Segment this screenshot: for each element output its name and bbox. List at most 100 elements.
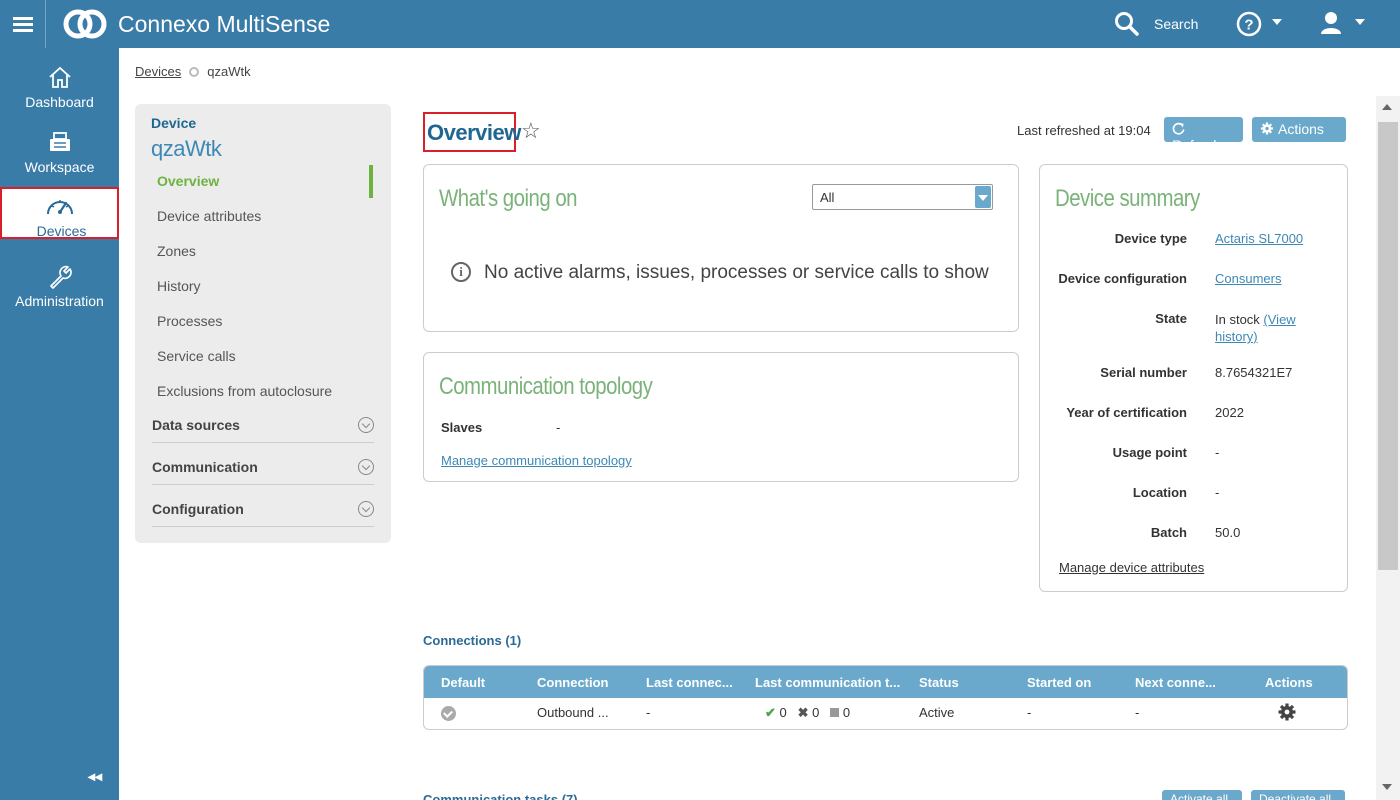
nav-label: Administration <box>15 293 104 309</box>
favorite-star-icon[interactable]: ☆ <box>521 118 541 144</box>
success-count: 0 <box>779 705 787 720</box>
side-menu-item-zones[interactable]: Zones <box>157 243 196 259</box>
connections-table: Default Connection Last connec... Last c… <box>423 665 1348 730</box>
state-value: In stock <box>1215 312 1260 327</box>
actions-button[interactable]: Actions <box>1252 117 1346 148</box>
search-label[interactable]: Search <box>1154 16 1198 32</box>
side-menu-item-overview[interactable]: Overview <box>157 173 219 189</box>
side-menu-item-device-attributes[interactable]: Device attributes <box>157 208 261 224</box>
empty-message-text: No active alarms, issues, processes or s… <box>484 262 989 283</box>
nav-item-devices[interactable]: Devices <box>0 187 119 239</box>
gauge-icon <box>47 200 73 215</box>
actions-label: Actions <box>1278 121 1324 137</box>
chevron-down-icon[interactable] <box>358 459 374 475</box>
scroll-up-icon[interactable] <box>1382 104 1392 110</box>
not-executed-square-icon <box>830 708 840 717</box>
nav-item-workspace[interactable]: Workspace <box>0 123 119 175</box>
connexo-logo-icon <box>63 9 107 39</box>
chevron-down-icon[interactable] <box>358 417 374 433</box>
success-check-icon: ✔ <box>765 705 776 720</box>
info-icon: i <box>451 262 471 282</box>
user-dropdown-icon[interactable] <box>1355 19 1365 25</box>
scroll-thumb[interactable] <box>1378 122 1398 570</box>
side-menu-item-exclusions[interactable]: Exclusions from autoclosure <box>157 383 332 399</box>
chevron-down-icon[interactable] <box>358 501 374 517</box>
last-communication-cell: ✔ 0 ✖ 0 0 <box>765 705 850 721</box>
summary-value: In stock (View history) <box>1215 311 1335 345</box>
panel-title: Communication topology <box>439 373 653 400</box>
chevron-down-icon <box>1266 142 1276 148</box>
manage-topology-link[interactable]: Manage communication topology <box>441 453 632 468</box>
filter-select[interactable]: All <box>812 184 993 210</box>
column-header[interactable]: Actions <box>1265 675 1313 690</box>
breadcrumb-separator-icon <box>189 67 200 77</box>
side-menu-section-title: Device <box>151 115 197 131</box>
help-dropdown-icon[interactable] <box>1272 19 1282 25</box>
summary-label: Batch <box>1150 525 1187 540</box>
nav-label: Workspace <box>24 159 95 175</box>
column-header[interactable]: Status <box>919 675 959 690</box>
summary-label: Usage point <box>1112 445 1187 460</box>
device-configuration-link[interactable]: Consumers <box>1215 271 1335 286</box>
side-menu-item-service-calls[interactable]: Service calls <box>157 348 236 364</box>
side-menu-item-processes[interactable]: Processes <box>157 313 222 329</box>
summary-value: 50.0 <box>1215 525 1241 540</box>
summary-value: - <box>1215 445 1220 460</box>
manage-device-attributes-link[interactable]: Manage device attributes <box>1059 560 1204 575</box>
last-refreshed-text: Last refreshed at 19:04 <box>1017 123 1151 138</box>
summary-label: State <box>1155 311 1187 326</box>
collapse-nav-icon[interactable]: ◂◂ <box>88 768 102 785</box>
side-menu-item-history[interactable]: History <box>157 278 201 294</box>
hamburger-menu-button[interactable] <box>0 0 46 48</box>
side-menu-device-name: qzaWtk <box>151 136 222 161</box>
gear-icon <box>1260 122 1274 135</box>
column-header[interactable]: Default <box>441 675 485 690</box>
summary-value: 2022 <box>1215 405 1244 420</box>
failed-count: 0 <box>812 705 820 720</box>
summary-label: Serial number <box>1100 365 1187 380</box>
gear-icon[interactable] <box>1277 702 1297 722</box>
left-navigation: Dashboard Workspace Devices Administrati… <box>0 48 119 800</box>
column-header[interactable]: Last communication t... <box>755 675 900 690</box>
scroll-down-icon[interactable] <box>1382 784 1392 790</box>
column-header[interactable]: Started on <box>1027 675 1091 690</box>
search-icon[interactable] <box>1114 11 1140 37</box>
communication-tasks-title[interactable]: Communication tasks (7) <box>423 792 578 800</box>
active-indicator <box>369 165 373 198</box>
not-executed-count: 0 <box>842 705 851 720</box>
started-on-cell: - <box>1027 705 1032 720</box>
page-scrollbar[interactable] <box>1376 96 1400 800</box>
nav-item-dashboard[interactable]: Dashboard <box>0 58 119 110</box>
breadcrumb-devices-link[interactable]: Devices <box>135 64 181 79</box>
chevron-down-icon[interactable] <box>975 186 991 208</box>
empty-message: i No active alarms, issues, processes or … <box>451 262 989 284</box>
column-header[interactable]: Connection <box>537 675 609 690</box>
connections-title[interactable]: Connections (1) <box>423 633 521 648</box>
user-icon[interactable] <box>1320 11 1342 35</box>
nav-label: Dashboard <box>25 94 94 110</box>
slaves-value: - <box>556 420 561 435</box>
side-menu-group-data-sources[interactable]: Data sources <box>152 417 374 443</box>
column-header[interactable]: Last connec... <box>646 675 733 690</box>
device-type-link[interactable]: Actaris SL7000 <box>1215 231 1335 246</box>
refresh-icon <box>1172 122 1185 135</box>
page-title: Overview <box>423 112 521 152</box>
workspace-icon <box>50 132 70 151</box>
nav-item-administration[interactable]: Administration <box>0 257 119 309</box>
help-icon[interactable]: ? <box>1236 11 1262 37</box>
refresh-button[interactable]: Refresh <box>1164 117 1243 153</box>
deactivate-all-button[interactable]: Deactivate all <box>1251 790 1345 800</box>
app-title: Connexo MultiSense <box>118 11 331 37</box>
connection-cell: Outbound ... <box>537 705 609 720</box>
activate-all-button[interactable]: Activate all <box>1162 790 1242 800</box>
next-connection-cell: - <box>1135 705 1140 720</box>
top-bar: Connexo MultiSense Search ? <box>0 0 1400 48</box>
side-menu-group-communication[interactable]: Communication <box>152 459 374 485</box>
side-menu-group-configuration[interactable]: Configuration <box>152 501 374 527</box>
failed-x-icon: ✖ <box>797 705 809 720</box>
column-header[interactable]: Next conne... <box>1135 675 1216 690</box>
device-side-menu: Device qzaWtk Overview Device attributes… <box>135 104 391 543</box>
nav-label: Devices <box>36 223 87 239</box>
home-icon <box>49 66 71 88</box>
summary-label: Device configuration <box>1058 271 1187 286</box>
